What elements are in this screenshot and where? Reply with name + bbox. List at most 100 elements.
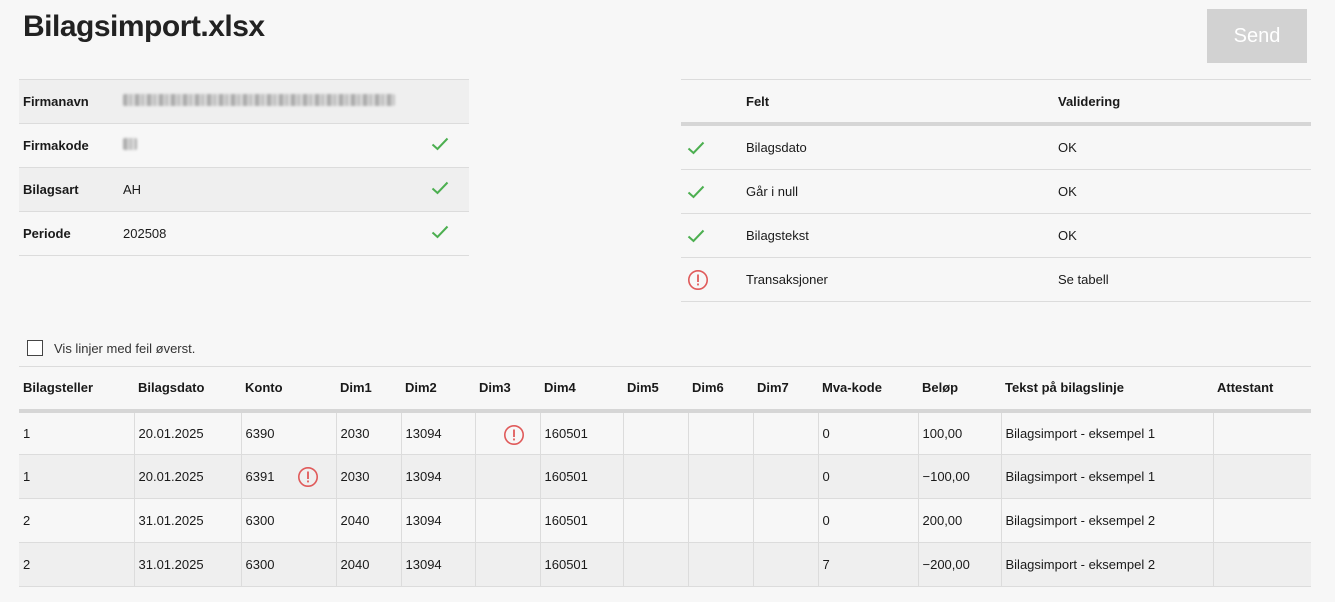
cell-text: 0 bbox=[822, 469, 830, 484]
table-cell: 160501 bbox=[539, 410, 623, 455]
send-button[interactable]: Send bbox=[1207, 9, 1307, 63]
table-cell: 160501 bbox=[539, 542, 623, 587]
table-cell: 200,00 bbox=[917, 498, 1001, 543]
column-header[interactable]: Dim6 bbox=[688, 366, 753, 413]
column-header[interactable]: Dim3 bbox=[475, 366, 540, 413]
check-icon bbox=[431, 137, 449, 154]
validation-header: Felt Validering bbox=[681, 80, 1311, 126]
table-cell bbox=[687, 454, 753, 499]
column-header[interactable]: Dim7 bbox=[753, 366, 818, 413]
info-value-blurred bbox=[123, 138, 469, 153]
cell-text: 100,00 bbox=[922, 425, 963, 441]
validation-field: Bilagstekst bbox=[746, 228, 809, 243]
table-cell: 160501 bbox=[539, 454, 623, 499]
table-cell: 13094 bbox=[400, 454, 475, 499]
table-cell bbox=[474, 542, 540, 587]
column-header[interactable]: Tekst på bilagslinje bbox=[1001, 366, 1213, 413]
info-table: Firmanavn Firmakode Bilagsart AH Periode… bbox=[19, 79, 469, 256]
validation-table: Felt Validering Bilagsdato OK Går i null… bbox=[681, 79, 1311, 302]
info-label: Firmakode bbox=[23, 138, 89, 153]
table-cell bbox=[752, 454, 818, 499]
cell-text: 31.01.2025 bbox=[138, 513, 204, 528]
table-cell: 2040 bbox=[335, 542, 401, 587]
table-cell: 31.01.2025 bbox=[133, 542, 241, 587]
cell-text: 200,00 bbox=[922, 513, 963, 528]
table-cell: 2030 bbox=[335, 410, 401, 455]
cell-text: 6391 bbox=[245, 469, 275, 484]
cell-text: Bilagsimport - eksempel 1 bbox=[1005, 425, 1156, 441]
column-header[interactable]: Dim4 bbox=[540, 366, 623, 413]
validation-result: Se tabell bbox=[1058, 272, 1109, 287]
validation-row: Bilagsdato OK bbox=[681, 126, 1311, 170]
column-header[interactable]: Beløp bbox=[918, 366, 1001, 413]
table-cell: −200,00 bbox=[917, 542, 1001, 587]
column-header[interactable]: Bilagsteller bbox=[19, 366, 134, 413]
table-cell: 100,00 bbox=[917, 410, 1001, 455]
table-cell: 2040 bbox=[335, 498, 401, 543]
cell-text: 2040 bbox=[340, 557, 370, 572]
column-header[interactable]: Konto bbox=[241, 366, 336, 413]
header-felt: Felt bbox=[746, 93, 770, 109]
cell-text: 160501 bbox=[544, 513, 588, 528]
validation-result: OK bbox=[1058, 228, 1077, 243]
cell-text: 20.01.2025 bbox=[138, 469, 204, 484]
cell-text: 2030 bbox=[340, 469, 370, 484]
cell-text: 7 bbox=[822, 557, 830, 572]
cell-text: 0 bbox=[822, 425, 830, 441]
header-validering: Validering bbox=[1058, 93, 1121, 109]
table-cell bbox=[622, 498, 688, 543]
validation-field: Går i null bbox=[746, 184, 799, 199]
table-cell bbox=[1212, 410, 1311, 455]
cell-text: 0 bbox=[822, 513, 830, 528]
table-cell bbox=[474, 498, 540, 543]
table-cell: 1 bbox=[19, 410, 134, 455]
table-row[interactable]: 1 20.01.2025 6390 2030 13094 160501 0 100,00 Bil… bbox=[19, 410, 1311, 455]
table-cell: 0 bbox=[817, 410, 918, 455]
info-row-firmanavn: Firmanavn bbox=[19, 80, 469, 124]
cell-text: 160501 bbox=[544, 557, 588, 572]
page-title: Bilagsimport.xlsx bbox=[23, 10, 265, 43]
column-header[interactable]: Bilagsdato bbox=[134, 366, 241, 413]
column-header[interactable]: Dim5 bbox=[623, 366, 688, 413]
cell-text: 31.01.2025 bbox=[138, 557, 204, 572]
table-row[interactable]: 1 20.01.2025 6391 2030 13094 160501 0 −100,00 Bi… bbox=[19, 454, 1311, 499]
cell-text: 160501 bbox=[544, 425, 588, 441]
column-header[interactable]: Mva-kode bbox=[818, 366, 918, 413]
validation-result: OK bbox=[1058, 140, 1077, 155]
error-icon bbox=[503, 424, 525, 449]
column-header[interactable]: Dim1 bbox=[336, 366, 401, 413]
cell-text: Bilagsimport - eksempel 2 bbox=[1005, 557, 1156, 572]
table-cell: 160501 bbox=[539, 498, 623, 543]
column-header[interactable]: Attestant bbox=[1213, 366, 1311, 413]
table-cell bbox=[687, 498, 753, 543]
cell-text: 6390 bbox=[245, 425, 275, 441]
table-cell: 6391 bbox=[240, 454, 336, 499]
table-row[interactable]: 2 31.01.2025 6300 2040 13094 160501 7 −200,00 Bi… bbox=[19, 542, 1311, 587]
table-cell: 13094 bbox=[400, 498, 475, 543]
info-row-bilagsart: Bilagsart AH bbox=[19, 168, 469, 212]
table-cell bbox=[622, 454, 688, 499]
info-row-firmakode: Firmakode bbox=[19, 124, 469, 168]
cell-text: −100,00 bbox=[922, 469, 970, 484]
table-row[interactable]: 2 31.01.2025 6300 2040 13094 160501 0 200,00 Bil… bbox=[19, 498, 1311, 543]
validation-field: Transaksjoner bbox=[746, 272, 828, 287]
info-label: Periode bbox=[23, 226, 71, 241]
cell-text: 13094 bbox=[405, 557, 442, 572]
check-icon bbox=[681, 141, 746, 155]
cell-text: 13094 bbox=[405, 513, 442, 528]
info-value: AH bbox=[123, 182, 142, 197]
table-cell: −100,00 bbox=[917, 454, 1001, 499]
cell-text: 2 bbox=[23, 513, 31, 528]
info-row-periode: Periode 202508 bbox=[19, 212, 469, 256]
show-errors-first-checkbox[interactable] bbox=[27, 340, 43, 356]
column-header[interactable]: Dim2 bbox=[401, 366, 475, 413]
error-icon bbox=[297, 466, 319, 491]
cell-text: 1 bbox=[23, 425, 31, 441]
cell-text: 13094 bbox=[405, 425, 442, 441]
transactions-header: Bilagsteller Bilagsdato Konto Dim1 Dim2 Dim3 D… bbox=[19, 366, 1311, 413]
table-cell bbox=[752, 542, 818, 587]
show-errors-first-label[interactable]: Vis linjer med feil øverst. bbox=[54, 341, 195, 356]
table-cell: 6390 bbox=[240, 410, 336, 455]
validation-row: Transaksjoner Se tabell bbox=[681, 258, 1311, 302]
cell-text: 1 bbox=[23, 469, 31, 484]
